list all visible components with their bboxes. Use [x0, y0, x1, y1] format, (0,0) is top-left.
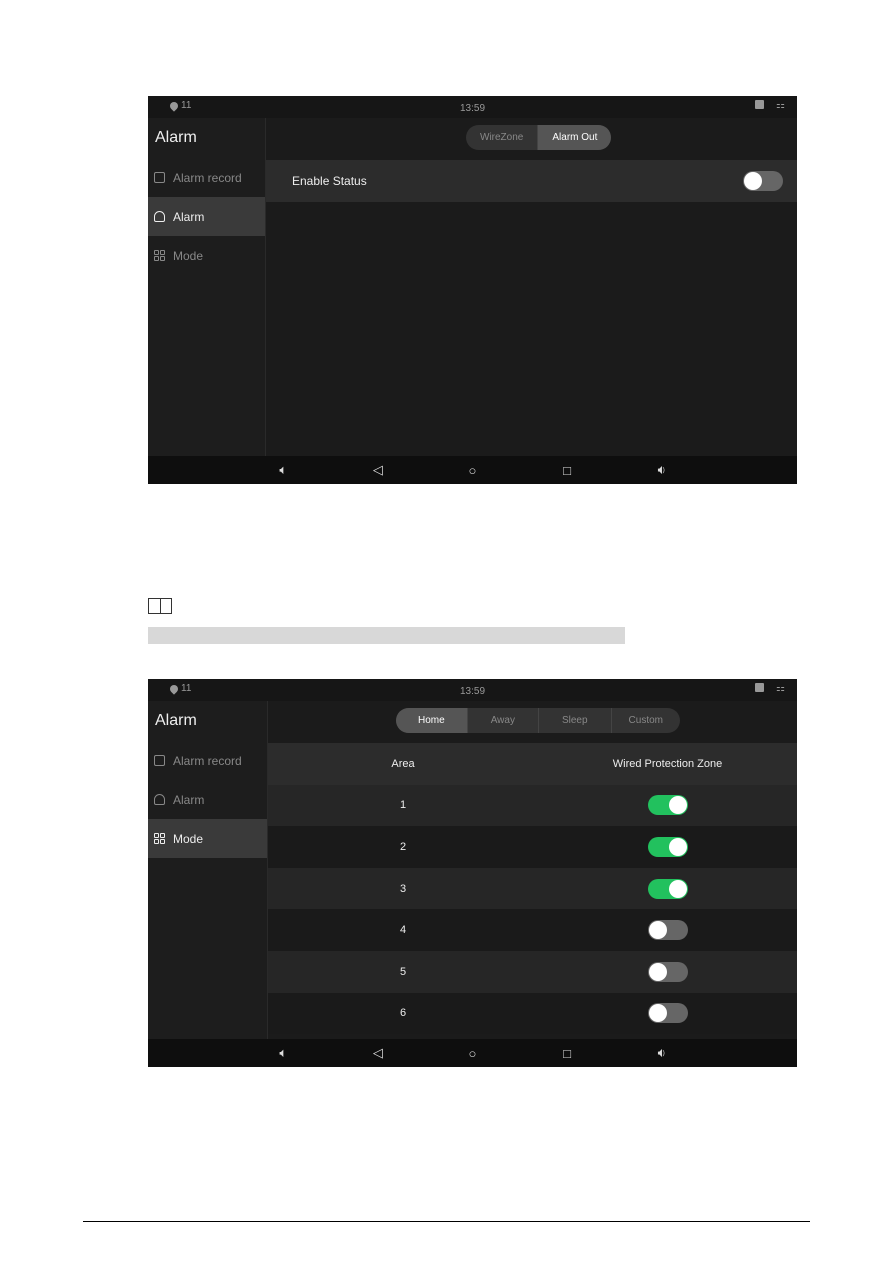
table-row: 3: [268, 867, 797, 910]
sidebar: Alarm Alarm record Alarm Mode: [148, 118, 266, 456]
area-cell: 6: [399, 1007, 407, 1020]
grid-icon: [154, 833, 165, 844]
zone-toggle[interactable]: [647, 836, 688, 857]
table-row: 2: [268, 826, 797, 868]
table-row: 4: [268, 909, 797, 951]
nav-bar: 🔈︎ ◁ ○ □ 🔉︎: [148, 1039, 797, 1067]
area-cell: 5: [399, 965, 407, 978]
enable-status-toggle[interactable]: [743, 171, 783, 191]
sidebar-item-alarm-record[interactable]: Alarm record: [148, 741, 267, 780]
zone-cell: [538, 961, 797, 982]
zone-cell: [538, 1003, 797, 1024]
zone-toggle[interactable]: [647, 961, 688, 982]
area-cell: 3: [399, 882, 407, 895]
alarm-icon: [154, 211, 165, 222]
tab-custom[interactable]: Custom: [612, 708, 680, 733]
table-row: 5: [268, 950, 797, 993]
enable-status-row: Enable Status: [266, 160, 797, 202]
alarm-icon: [154, 794, 165, 805]
note-book-icon: [148, 598, 172, 614]
area-cell: 1: [399, 799, 407, 812]
status-bar: 11 13:59 ⚏: [148, 679, 797, 701]
sidebar-item-alarm[interactable]: Alarm: [148, 197, 265, 236]
area-cell: 4: [399, 924, 407, 937]
volume-down-icon[interactable]: 🔈︎: [273, 462, 293, 478]
sidebar-title: Alarm: [155, 129, 197, 146]
sd-card-icon: [755, 100, 764, 109]
tab-home[interactable]: Home: [396, 708, 468, 733]
area-cell: 2: [399, 840, 407, 853]
grid-icon: [154, 250, 165, 261]
footer-divider: [83, 1221, 810, 1222]
record-icon: [154, 755, 165, 766]
zone-cell: [538, 795, 797, 816]
alarm-out-screen: 11 13:59 ⚏ Alarm Alarm record Alarm Mode…: [148, 96, 797, 484]
sidebar-item-label: Alarm record: [173, 170, 242, 185]
zone-toggle[interactable]: [647, 795, 688, 816]
sidebar-item-label: Mode: [173, 248, 204, 263]
network-icon: ⚏: [776, 100, 785, 111]
tab-alarm-out[interactable]: Alarm Out: [538, 125, 612, 150]
mode-tab-group: Home Away Sleep Custom: [396, 708, 680, 733]
main-panel: WireZone Alarm Out Enable Status: [266, 118, 797, 456]
sidebar-item-label: Alarm: [173, 209, 205, 224]
sidebar: Alarm Alarm record Alarm Mode: [148, 701, 268, 1039]
sidebar-item-label: Alarm: [173, 792, 205, 807]
zone-cell: [538, 878, 797, 899]
recents-icon[interactable]: □: [557, 463, 577, 478]
network-icon: ⚏: [776, 683, 785, 694]
tab-wirezone[interactable]: WireZone: [466, 125, 539, 150]
header-area: Area: [391, 757, 415, 770]
table-header: Area Wired Protection Zone: [268, 743, 797, 785]
sidebar-item-alarm-record[interactable]: Alarm record: [148, 158, 265, 197]
volume-up-icon[interactable]: 🔉︎: [652, 462, 672, 478]
enable-status-label: Enable Status: [292, 174, 367, 188]
sidebar-item-mode[interactable]: Mode: [148, 819, 267, 858]
mode-screen: 11 13:59 ⚏ Alarm Alarm record Alarm Mode…: [148, 679, 797, 1067]
main-panel: Home Away Sleep Custom Area Wired Protec…: [268, 701, 797, 1039]
table-row: 6: [268, 992, 797, 1035]
zone-toggle[interactable]: [647, 920, 688, 941]
volume-up-icon[interactable]: 🔉︎: [652, 1045, 672, 1061]
zone-cell: [538, 920, 797, 941]
header-zone: Wired Protection Zone: [612, 757, 723, 770]
zone-toggle[interactable]: [647, 878, 688, 899]
sidebar-item-label: Mode: [173, 831, 204, 846]
tab-group: WireZone Alarm Out: [466, 125, 612, 150]
back-icon[interactable]: ◁: [368, 462, 388, 478]
nav-bar: 🔈︎ ◁ ○ □ 🔉︎: [148, 456, 797, 484]
status-bar: 11 13:59 ⚏: [148, 96, 797, 118]
zone-cell: [538, 836, 797, 857]
clock: 13:59: [459, 103, 486, 114]
back-icon[interactable]: ◁: [368, 1045, 388, 1061]
sidebar-item-alarm[interactable]: Alarm: [148, 780, 267, 819]
sidebar-item-mode[interactable]: Mode: [148, 236, 265, 275]
record-icon: [154, 172, 165, 183]
sidebar-item-label: Alarm record: [173, 753, 242, 768]
zone-table: Area Wired Protection Zone 1 2 3 4 5 6: [268, 743, 797, 1035]
volume-down-icon[interactable]: 🔈︎: [273, 1045, 293, 1061]
note-bar: [148, 627, 625, 644]
table-row: 1: [268, 784, 797, 827]
home-icon[interactable]: ○: [462, 463, 482, 478]
zone-toggle[interactable]: [647, 1003, 688, 1024]
tab-sleep[interactable]: Sleep: [539, 708, 612, 733]
recents-icon[interactable]: □: [557, 1046, 577, 1061]
sidebar-title: Alarm: [155, 712, 197, 729]
home-icon[interactable]: ○: [462, 1046, 482, 1061]
tab-away[interactable]: Away: [468, 708, 539, 733]
sd-card-icon: [755, 683, 764, 692]
clock: 13:59: [459, 686, 486, 697]
